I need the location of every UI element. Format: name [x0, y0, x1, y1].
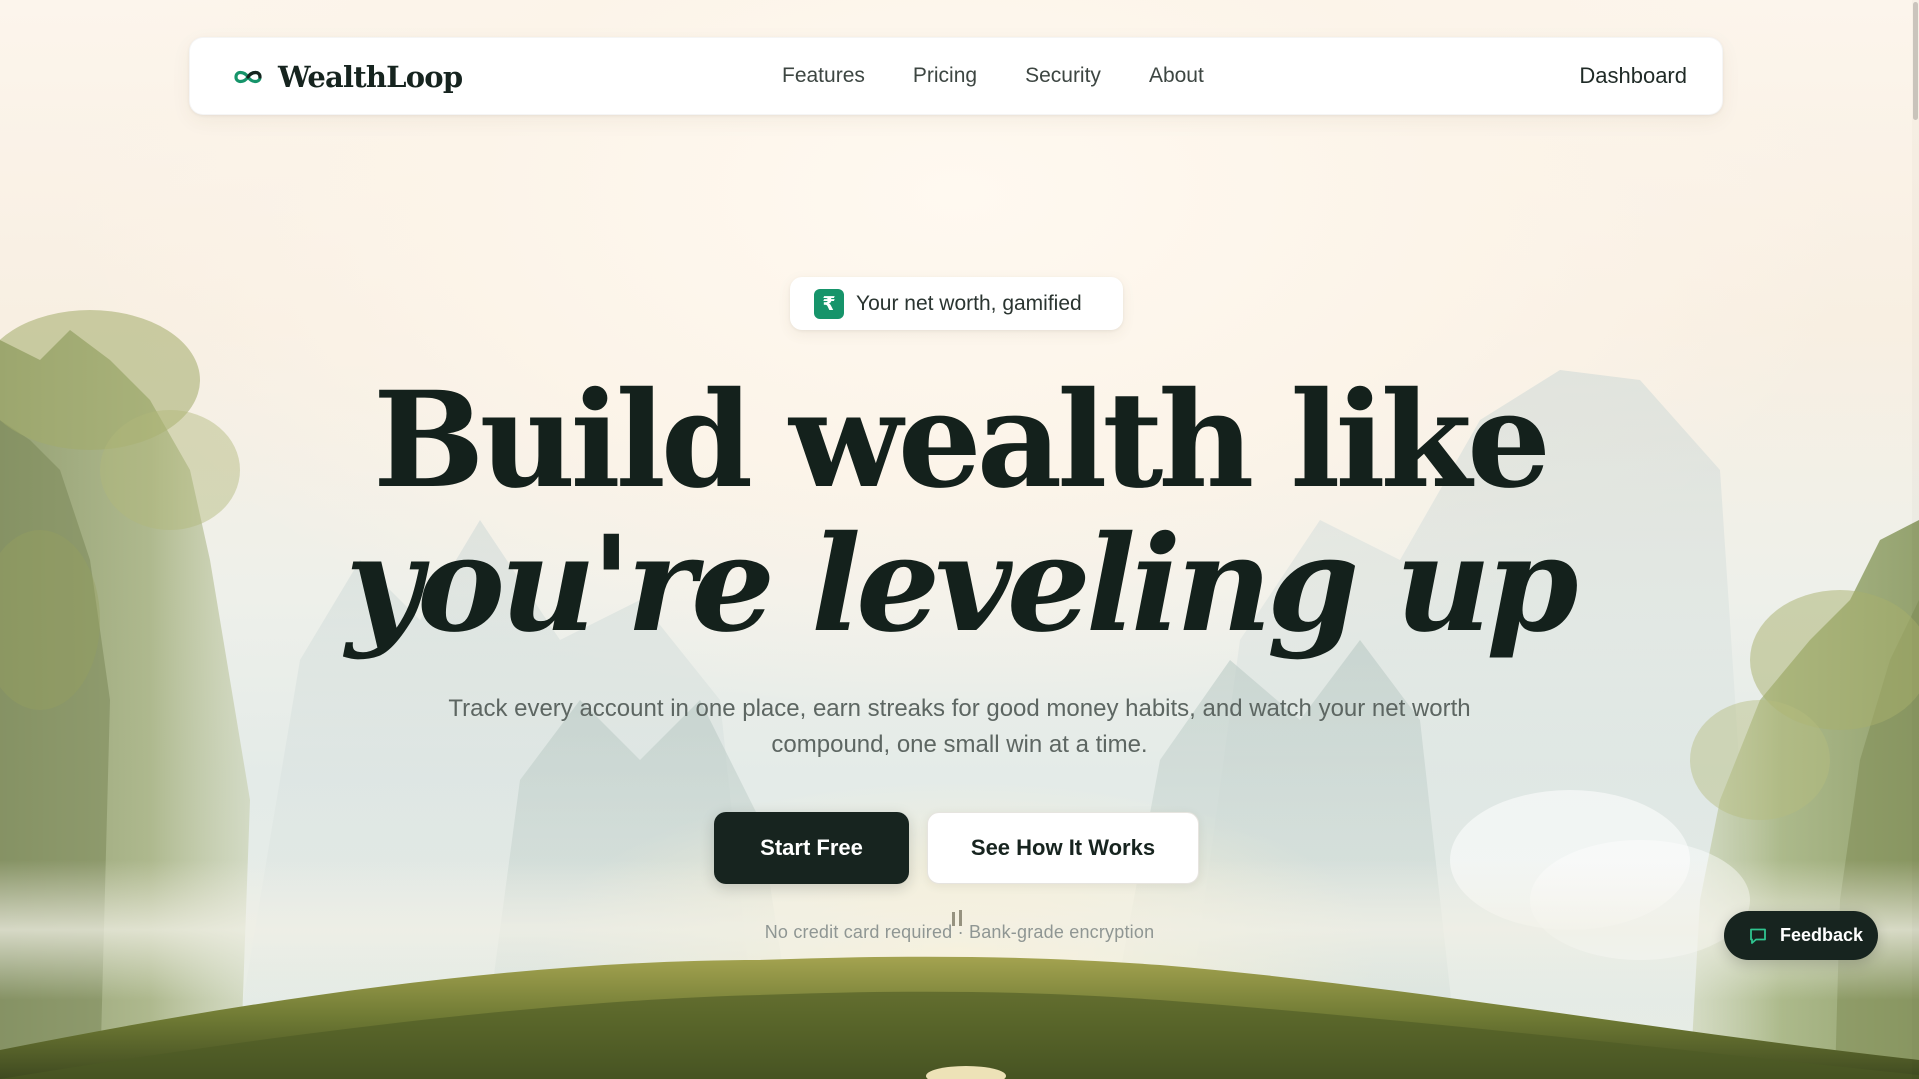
page-scrollbar[interactable]	[1912, 0, 1919, 1079]
nav-link-about[interactable]: About	[1149, 64, 1204, 88]
hero-badge-text: Your net worth, gamified	[856, 291, 1082, 315]
hero-headline: Build wealth like you're leveling up	[0, 370, 1919, 658]
hero-headline-line-2: you're leveling up	[345, 507, 1578, 662]
infinity-loop-icon	[234, 70, 262, 84]
nav-link-security[interactable]: Security	[1025, 64, 1101, 88]
scrollbar-thumb[interactable]	[1913, 2, 1918, 120]
hero-fineprint: No credit card required · Bank-grade enc…	[764, 922, 1155, 942]
nav-link-features[interactable]: Features	[782, 64, 865, 88]
feedback-label: Feedback	[1780, 925, 1864, 945]
dashboard-link[interactable]: Dashboard	[1579, 38, 1687, 114]
see-how-it-works-button[interactable]: See How It Works	[927, 812, 1199, 884]
start-free-button[interactable]: Start Free	[714, 812, 909, 884]
chat-bubble-icon	[1750, 928, 1766, 944]
brand-logo[interactable]: WealthLoop	[232, 58, 463, 96]
top-navigation-bar: WealthLoop Features Pricing Security Abo…	[189, 37, 1723, 115]
hero-subheadline: Track every account in one place, earn s…	[448, 695, 1471, 758]
feedback-button[interactable]: Feedback	[1724, 911, 1878, 960]
nav-links: Features Pricing Security About	[782, 38, 1204, 114]
rupee-icon: ₹	[814, 288, 844, 319]
brand-name: WealthLoop	[278, 60, 463, 94]
hero-headline-line-1: Build wealth like	[373, 363, 1551, 518]
hero-badge: ₹ Your net worth, gamified	[790, 277, 1123, 330]
nav-link-pricing[interactable]: Pricing	[913, 64, 977, 88]
